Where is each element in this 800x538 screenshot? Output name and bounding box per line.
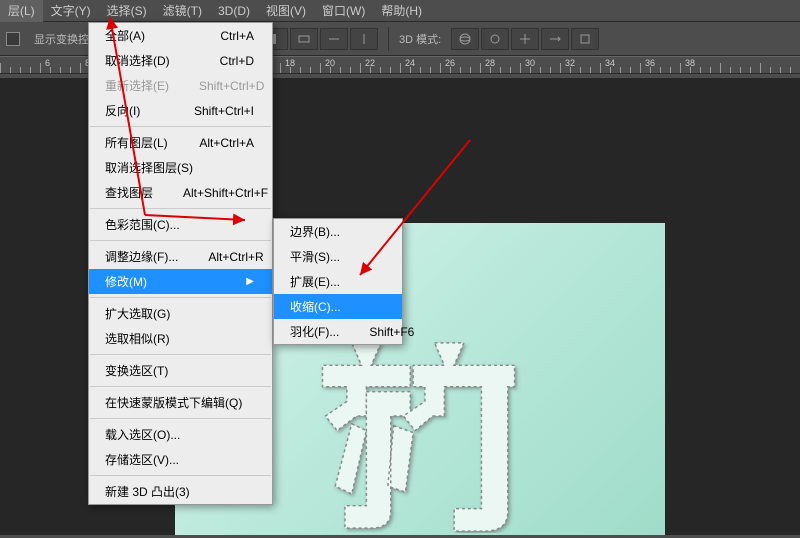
menu-item-shortcut: Alt+Ctrl+A	[199, 136, 254, 150]
transform-controls-checkbox[interactable]	[6, 32, 20, 46]
modify-submenu-item[interactable]: 扩展(E)...	[274, 269, 402, 294]
ruler-mark: 38	[685, 58, 695, 68]
menu-item-label: 扩展(E)...	[290, 273, 340, 290]
menu-item-label: 反向(I)	[105, 102, 140, 119]
menu-text[interactable]: 文字(Y)	[43, 0, 99, 22]
3d-roll-icon[interactable]	[481, 28, 509, 50]
3d-pan-icon[interactable]	[511, 28, 539, 50]
modify-submenu-item[interactable]: 边界(B)...	[274, 219, 402, 244]
ruler-mark: 22	[365, 58, 375, 68]
menu-item-shortcut: Alt+Shift+Ctrl+F	[183, 186, 268, 200]
menu-item-shortcut: Shift+F6	[369, 325, 414, 339]
dist-icon[interactable]	[290, 28, 318, 50]
ruler-mark: 24	[405, 58, 415, 68]
menu-separator	[90, 240, 271, 241]
menu-separator	[90, 126, 271, 127]
modify-submenu-item[interactable]: 收缩(C)...	[274, 294, 402, 319]
select-menu-item[interactable]: 反向(I) Shift+Ctrl+I	[89, 98, 272, 123]
menu-separator	[90, 297, 271, 298]
menu-item-label: 查找图层	[105, 184, 153, 201]
menu-item-label: 在快速蒙版模式下编辑(Q)	[105, 394, 242, 411]
menu-separator	[90, 475, 271, 476]
ruler-mark: 36	[645, 58, 655, 68]
menu-item-label: 变换选区(T)	[105, 362, 168, 379]
dist-icon[interactable]	[320, 28, 348, 50]
menu-item-label: 全部(A)	[105, 27, 145, 44]
menu-item-label: 修改(M)	[105, 273, 147, 290]
distribute-group	[260, 28, 378, 50]
menu-help[interactable]: 帮助(H)	[373, 0, 430, 22]
menu-item-label: 重新选择(E)	[105, 77, 169, 94]
ruler-mark: 6	[45, 58, 50, 68]
menu-item-label: 边界(B)...	[290, 223, 340, 240]
ruler-mark: 30	[525, 58, 535, 68]
menu-item-label: 载入选区(O)...	[105, 426, 180, 443]
dist-icon[interactable]	[350, 28, 378, 50]
select-menu-item[interactable]: 重新选择(E) Shift+Ctrl+D	[89, 73, 272, 98]
menu-layer[interactable]: 层(L)	[0, 0, 43, 22]
menu-item-label: 羽化(F)...	[290, 323, 339, 340]
3d-slide-icon[interactable]	[541, 28, 569, 50]
select-menu-item[interactable]: 变换选区(T)	[89, 358, 272, 383]
select-menu-item[interactable]: 所有图层(L) Alt+Ctrl+A	[89, 130, 272, 155]
menu-item-shortcut: Ctrl+A	[220, 29, 254, 43]
menu-3d[interactable]: 3D(D)	[210, 0, 258, 22]
select-menu-item[interactable]: 查找图层 Alt+Shift+Ctrl+F	[89, 180, 272, 205]
select-menu-item[interactable]: 存储选区(V)...	[89, 447, 272, 472]
3d-mode-label: 3D 模式:	[399, 31, 441, 47]
menu-item-shortcut: Alt+Ctrl+R	[208, 250, 263, 264]
select-menu-item[interactable]: 取消选择图层(S)	[89, 155, 272, 180]
menu-item-shortcut: ▶	[246, 276, 254, 287]
divider	[388, 27, 389, 51]
menu-item-label: 调整边缘(F)...	[105, 248, 178, 265]
select-menu-item[interactable]: 修改(M) ▶	[89, 269, 272, 294]
menu-item-label: 取消选择(D)	[105, 52, 170, 69]
menu-bar: 层(L) 文字(Y) 选择(S) 滤镜(T) 3D(D) 视图(V) 窗口(W)…	[0, 0, 800, 22]
select-menu-item[interactable]: 调整边缘(F)... Alt+Ctrl+R	[89, 244, 272, 269]
select-menu-item[interactable]: 全部(A) Ctrl+A	[89, 23, 272, 48]
menu-separator	[90, 418, 271, 419]
menu-item-label: 存储选区(V)...	[105, 451, 179, 468]
selection-glyph	[315, 338, 525, 533]
menu-item-label: 平滑(S)...	[290, 248, 340, 265]
menu-select[interactable]: 选择(S)	[99, 0, 155, 22]
menu-item-label: 所有图层(L)	[105, 134, 168, 151]
select-menu-item[interactable]: 载入选区(O)...	[89, 422, 272, 447]
menu-item-shortcut: Shift+Ctrl+D	[199, 79, 264, 93]
ruler-mark: 18	[285, 58, 295, 68]
menu-item-label: 取消选择图层(S)	[105, 159, 193, 176]
3d-mode-group	[451, 28, 599, 50]
menu-item-label: 色彩范围(C)...	[105, 216, 180, 233]
menu-item-shortcut: Shift+Ctrl+I	[194, 104, 254, 118]
menu-separator	[90, 208, 271, 209]
select-menu-item[interactable]: 在快速蒙版模式下编辑(Q)	[89, 390, 272, 415]
select-menu-item[interactable]: 选取相似(R)	[89, 326, 272, 351]
menu-separator	[90, 354, 271, 355]
select-menu-item[interactable]: 扩大选取(G)	[89, 301, 272, 326]
menu-item-label: 新建 3D 凸出(3)	[105, 483, 190, 500]
select-menu-item[interactable]: 新建 3D 凸出(3)	[89, 479, 272, 504]
modify-submenu-item[interactable]: 羽化(F)...Shift+F6	[274, 319, 402, 344]
menu-item-label: 选取相似(R)	[105, 330, 170, 347]
menu-item-shortcut: Ctrl+D	[220, 54, 254, 68]
ruler-mark: 28	[485, 58, 495, 68]
ruler-mark: 34	[605, 58, 615, 68]
menu-item-label: 扩大选取(G)	[105, 305, 170, 322]
ruler-mark: 32	[565, 58, 575, 68]
menu-item-label: 收缩(C)...	[290, 298, 341, 315]
menu-filter[interactable]: 滤镜(T)	[155, 0, 210, 22]
3d-scale-icon[interactable]	[571, 28, 599, 50]
ruler-mark: 20	[325, 58, 335, 68]
select-menu-item[interactable]: 取消选择(D) Ctrl+D	[89, 48, 272, 73]
modify-submenu-dropdown: 边界(B)... 平滑(S)... 扩展(E)... 收缩(C)... 羽化(F)...…	[273, 218, 403, 345]
menu-window[interactable]: 窗口(W)	[314, 0, 373, 22]
select-menu-dropdown: 全部(A) Ctrl+A 取消选择(D) Ctrl+D 重新选择(E) Shift+Ctr…	[88, 22, 273, 505]
menu-view[interactable]: 视图(V)	[258, 0, 314, 22]
select-menu-item[interactable]: 色彩范围(C)...	[89, 212, 272, 237]
3d-orbit-icon[interactable]	[451, 28, 479, 50]
ruler-mark: 26	[445, 58, 455, 68]
modify-submenu-item[interactable]: 平滑(S)...	[274, 244, 402, 269]
menu-separator	[90, 386, 271, 387]
